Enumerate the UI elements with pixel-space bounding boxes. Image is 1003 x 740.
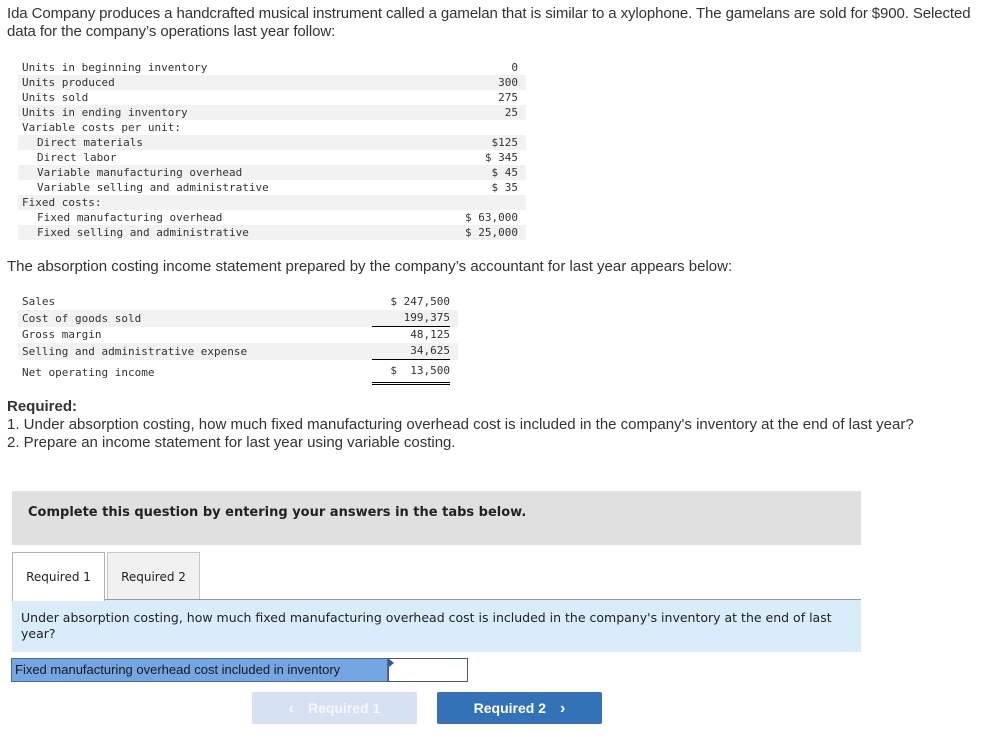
- tab-required-1[interactable]: Required 1: [12, 552, 105, 601]
- answer-row: Fixed manufacturing overhead cost includ…: [11, 658, 468, 682]
- table-row: Sales $ 247,500: [18, 294, 458, 310]
- prev-button-label: Required 1: [307, 700, 381, 716]
- question-panel: Under absorption costing, how much fixed…: [12, 600, 861, 652]
- answer-label: Fixed manufacturing overhead cost includ…: [11, 658, 388, 682]
- instructions-banner: Complete this question by entering your …: [12, 491, 861, 545]
- row-label: Variable manufacturing overhead: [18, 165, 427, 180]
- question-text: Under absorption costing, how much fixed…: [21, 610, 832, 641]
- table-row: Direct labor $ 345: [18, 150, 526, 165]
- row-label: Direct materials: [18, 135, 427, 150]
- row-value: 300: [426, 75, 526, 90]
- fixed-overhead-inventory-input[interactable]: [388, 658, 468, 682]
- tab-required-2[interactable]: Required 2: [107, 552, 200, 600]
- table-row: Units in beginning inventory 0: [18, 60, 526, 75]
- row-value: $ 13,500: [372, 360, 450, 385]
- row-label: Units in ending inventory: [18, 105, 427, 120]
- table-row: Variable manufacturing overhead $ 45: [18, 165, 526, 180]
- next-required-2-button[interactable]: Required 2 ›: [437, 692, 602, 724]
- row-label: Net operating income: [22, 365, 155, 379]
- absorption-income-statement: Sales $ 247,500 Cost of goods sold 199,375…: [18, 294, 458, 385]
- row-label: Fixed manufacturing overhead: [37, 211, 223, 224]
- table-row: Net operating income $ 13,500: [18, 360, 458, 385]
- row-label: Sales: [22, 295, 56, 308]
- table-row: Selling and administrative expense 34,625: [18, 343, 458, 360]
- chevron-left-icon: ‹: [288, 700, 294, 717]
- row-value: $ 247,500: [390, 295, 450, 308]
- row-label: Units in beginning inventory: [22, 61, 208, 74]
- row-value: $125: [426, 135, 526, 150]
- row-label: Fixed costs:: [18, 195, 427, 210]
- row-value: 25: [426, 105, 526, 120]
- row-value: 48,125: [410, 328, 450, 341]
- row-value: [427, 120, 526, 135]
- tab-divider: [12, 599, 861, 600]
- table-row: Variable costs per unit:: [18, 120, 526, 135]
- table-row: Direct materials $125: [18, 135, 526, 150]
- row-value: $ 63,000: [465, 211, 518, 224]
- row-value: 275: [498, 91, 518, 104]
- row-label: Gross margin: [22, 328, 102, 341]
- row-value: 0: [511, 61, 518, 74]
- operations-data-table: Units in beginning inventory 0 Units prod…: [18, 60, 526, 240]
- chevron-right-icon: ›: [560, 700, 566, 717]
- row-label: Units produced: [18, 75, 427, 90]
- row-label: Cost of goods sold: [18, 310, 372, 327]
- required-section: Required: 1. Under absorption costing, h…: [7, 398, 967, 452]
- row-value: [426, 195, 526, 210]
- row-label: Selling and administrative expense: [18, 343, 372, 360]
- table-row: Units in ending inventory 25: [18, 105, 526, 120]
- required-title: Required:: [7, 398, 78, 415]
- input-flag-icon: [389, 659, 394, 667]
- required-item-1: 1. Under absorption costing, how much fi…: [7, 416, 914, 433]
- row-label: Fixed selling and administrative: [18, 225, 427, 240]
- next-button-label: Required 2: [473, 700, 547, 716]
- required-item-2: 2. Prepare an income statement for last …: [7, 434, 456, 451]
- instructions-text: Complete this question by entering your …: [28, 505, 527, 520]
- row-value: $ 35: [491, 181, 519, 194]
- table-row: Fixed selling and administrative $ 25,000: [18, 225, 526, 240]
- table-row: Fixed manufacturing overhead $ 63,000: [18, 210, 526, 225]
- row-label: Variable costs per unit:: [22, 121, 181, 134]
- row-value: 34,625: [372, 343, 450, 360]
- problem-intro: Ida Company produces a handcrafted music…: [7, 5, 971, 40]
- row-value: $ 25,000: [426, 225, 526, 240]
- row-label: Variable selling and administrative: [37, 181, 269, 194]
- table-row: Variable selling and administrative $ 35: [18, 180, 526, 195]
- table-row: Units sold 275: [18, 90, 526, 105]
- income-statement-intro: The absorption costing income statement …: [7, 258, 733, 275]
- table-row: Cost of goods sold 199,375: [18, 310, 458, 327]
- row-label: Units sold: [22, 91, 89, 104]
- table-row: Units produced 300: [18, 75, 526, 90]
- row-label: Direct labor: [37, 151, 117, 164]
- row-value: $ 45: [426, 165, 526, 180]
- tab-bar: Required 1 Required 2: [12, 552, 861, 601]
- table-row: Gross margin 48,125: [18, 327, 458, 343]
- table-row: Fixed costs:: [18, 195, 526, 210]
- row-value: $ 345: [484, 151, 518, 164]
- previous-required-1-button[interactable]: ‹ Required 1: [252, 692, 417, 724]
- row-value: 199,375: [372, 310, 450, 327]
